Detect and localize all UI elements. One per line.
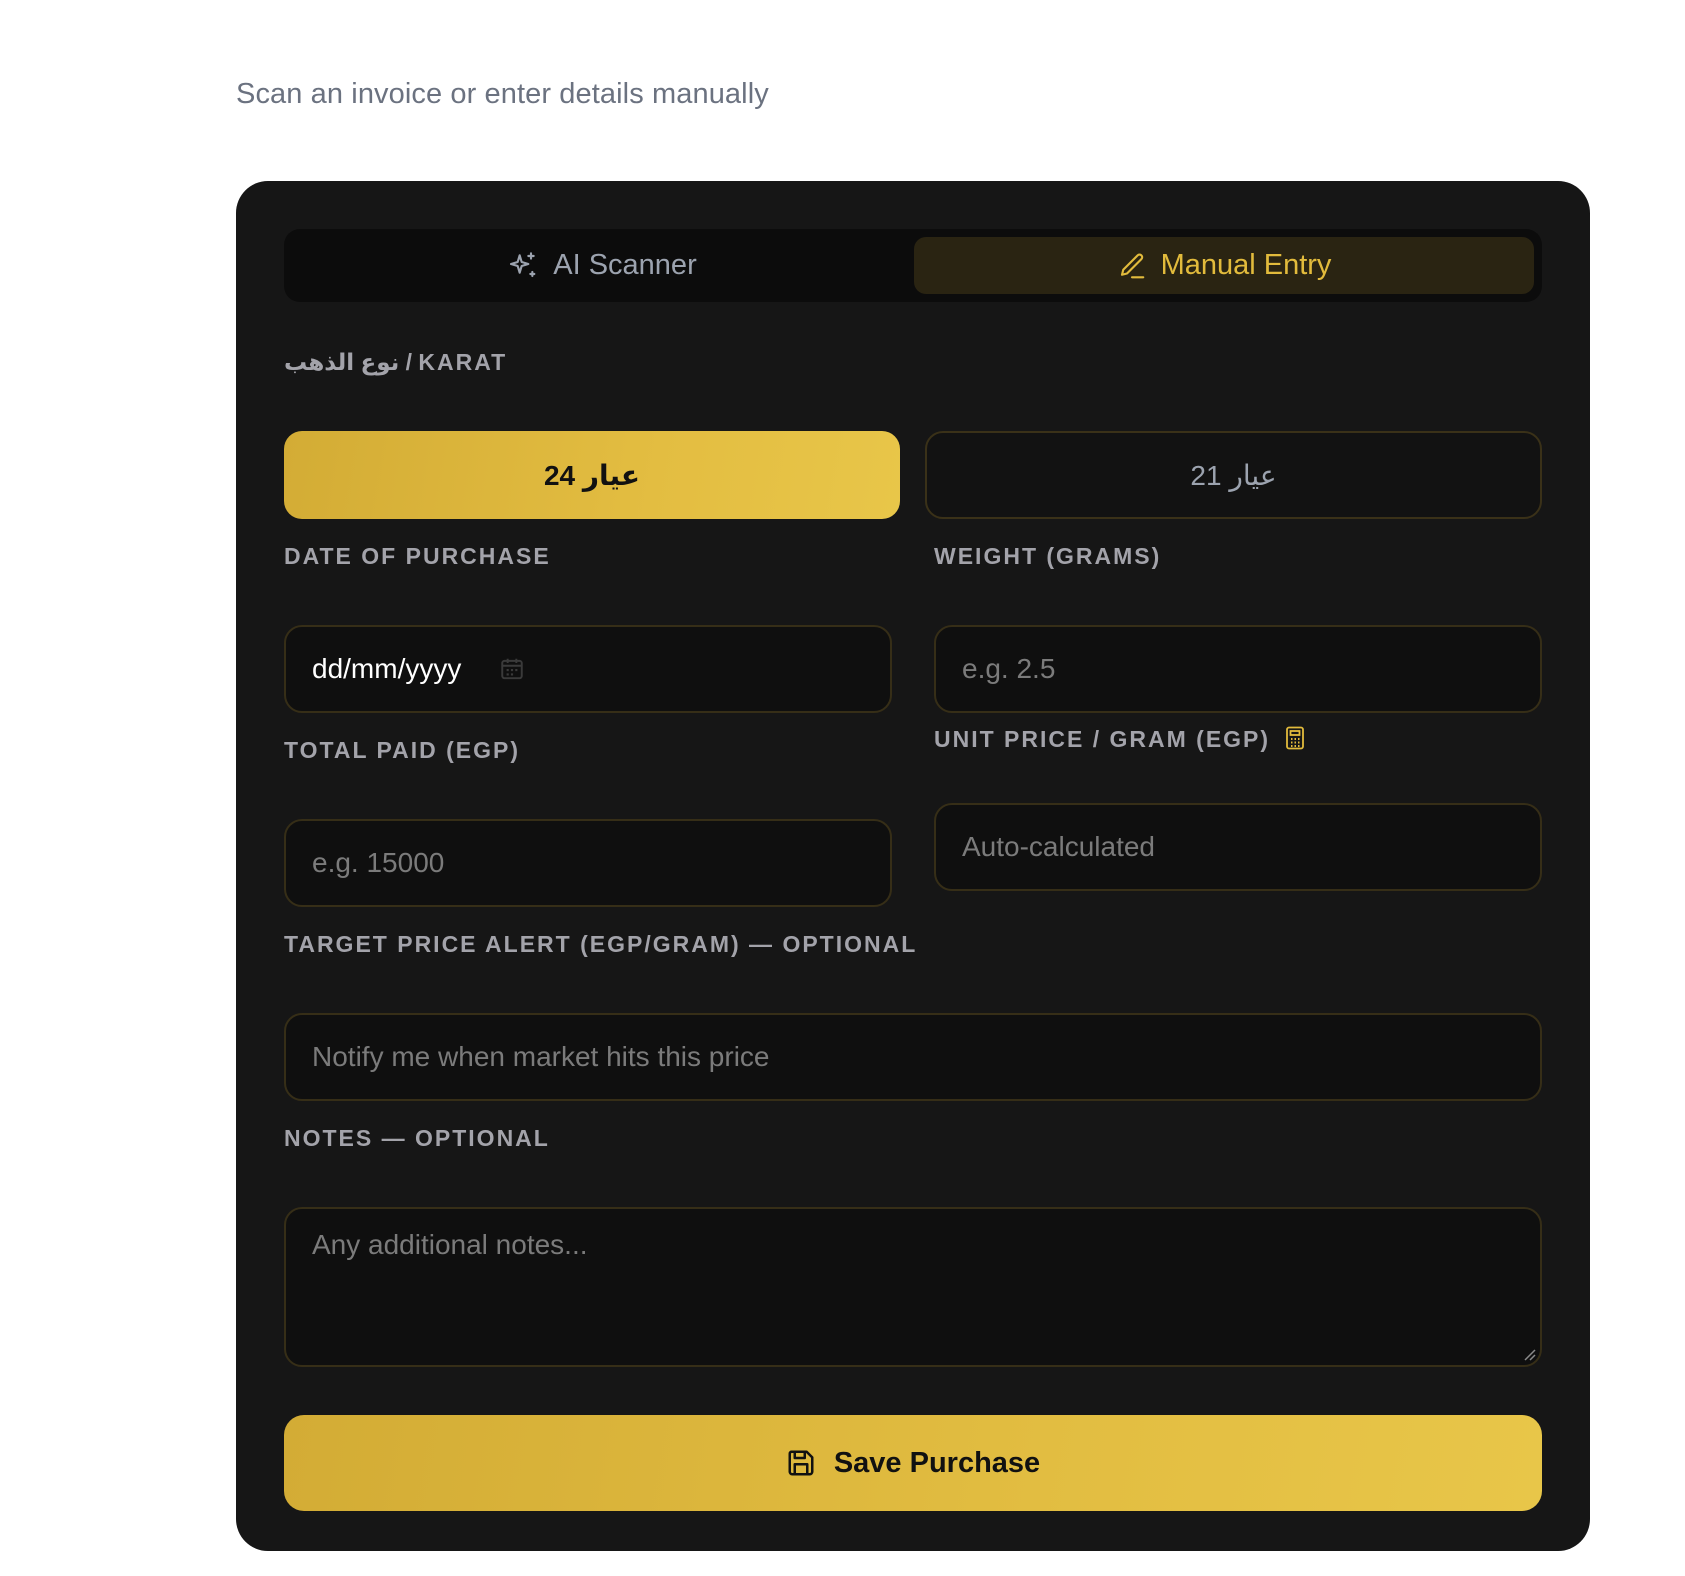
- unit-price-label-row: UNIT PRICE / GRAM (EGP): [934, 726, 1306, 753]
- tab-ai-scanner[interactable]: AI Scanner: [292, 237, 912, 294]
- notes-label: NOTES — OPTIONAL: [284, 1125, 550, 1151]
- calendar-icon[interactable]: [499, 656, 525, 682]
- unit-price-label: UNIT PRICE / GRAM (EGP): [934, 726, 1271, 752]
- weight-field[interactable]: [934, 625, 1542, 713]
- resize-grip-icon[interactable]: [1522, 1347, 1536, 1361]
- sparkles-icon: [510, 251, 536, 277]
- calculator-icon: [1286, 726, 1304, 750]
- target-price-field[interactable]: [284, 1013, 1542, 1101]
- unit-price-input[interactable]: [962, 831, 1540, 863]
- total-paid-label: TOTAL PAID (EGP): [284, 737, 521, 763]
- page-subtitle: Scan an invoice or enter details manuall…: [236, 78, 769, 110]
- karat-21-button[interactable]: عيار 21: [925, 431, 1542, 519]
- tab-manual-entry-label: Manual Entry: [1160, 249, 1332, 281]
- notes-field[interactable]: [284, 1207, 1542, 1367]
- date-label: DATE OF PURCHASE: [284, 543, 551, 569]
- date-field[interactable]: dd/mm/yyyy: [284, 625, 892, 713]
- floppy-disk-icon: [788, 1450, 814, 1476]
- total-paid-input[interactable]: [312, 847, 890, 879]
- tab-manual-entry[interactable]: Manual Entry: [914, 237, 1534, 294]
- entry-mode-tabs: AI Scanner Manual Entry: [284, 229, 1542, 302]
- save-purchase-button[interactable]: Save Purchase: [284, 1415, 1542, 1511]
- target-price-input[interactable]: [312, 1041, 1540, 1073]
- total-paid-field[interactable]: [284, 819, 892, 907]
- pencil-icon: [1120, 253, 1144, 278]
- date-value: dd/mm/yyyy: [312, 653, 462, 684]
- weight-input[interactable]: [962, 653, 1540, 685]
- purchase-form-card: AI Scanner Manual Entry نوع الذهب / KARA…: [236, 181, 1590, 1551]
- unit-price-field[interactable]: [934, 803, 1542, 891]
- target-price-label: TARGET PRICE ALERT (EGP/GRAM) — OPTIONAL: [284, 931, 918, 957]
- tab-ai-scanner-label: AI Scanner: [553, 249, 697, 281]
- save-purchase-label: Save Purchase: [833, 1446, 1041, 1479]
- karat-label: نوع الذهب / KARAT: [284, 349, 508, 375]
- notes-textarea[interactable]: [312, 1229, 1540, 1349]
- weight-label: WEIGHT (GRAMS): [934, 543, 1162, 569]
- karat-24-button[interactable]: عيار 24: [284, 431, 900, 519]
